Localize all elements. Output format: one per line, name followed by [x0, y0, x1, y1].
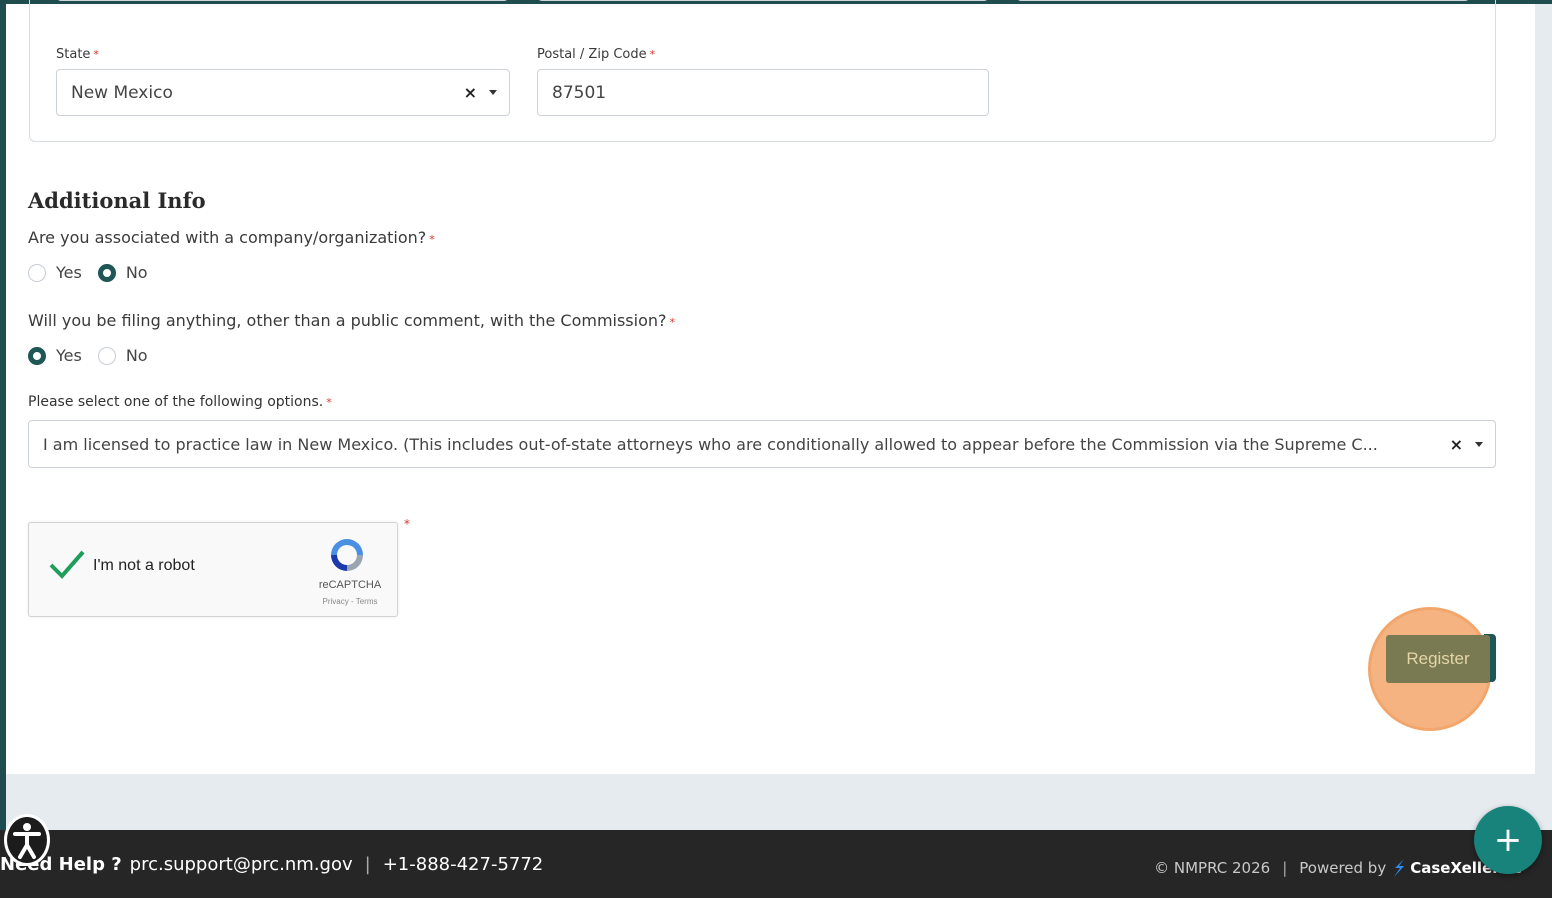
additional-info-title: Additional Info: [28, 188, 206, 213]
accessibility-icon: [13, 823, 41, 859]
options-value: I am licensed to practice law in New Mex…: [43, 434, 1378, 454]
radio-company-no[interactable]: [97, 263, 116, 282]
register-button[interactable]: Register: [1386, 635, 1490, 683]
question-filing: Will you be filing anything, other than …: [28, 311, 676, 330]
zip-value: 87501: [552, 82, 607, 103]
radio-group-company: Yes No: [28, 263, 164, 282]
recaptcha-brand: reCAPTCHA: [318, 579, 382, 591]
radio-filing-no[interactable]: [97, 346, 116, 365]
state-select[interactable]: New Mexico ×: [56, 69, 510, 116]
page: State * New Mexico × Postal / Zip Code * 8…: [6, 0, 1552, 898]
fab-add-button[interactable]: +: [1474, 806, 1542, 874]
copyright: © NMPRC 2026: [1154, 859, 1271, 877]
powered-by: Powered by: [1299, 859, 1387, 877]
accessibility-button[interactable]: [4, 814, 50, 866]
chevron-down-icon[interactable]: [1475, 441, 1483, 447]
prev-field-3[interactable]: [1016, 0, 1470, 1]
attorney-option-select[interactable]: I am licensed to practice law in New Mex…: [28, 420, 1496, 468]
recaptcha-widget: I'm not a robot reCAPTCHA Privacy - Term…: [28, 522, 398, 617]
clear-icon[interactable]: ×: [464, 83, 477, 102]
checkmark-icon[interactable]: [49, 549, 85, 579]
registration-card: State * New Mexico × Postal / Zip Code * 8…: [6, 0, 1535, 774]
state-label: State *: [56, 47, 99, 62]
prev-field-2[interactable]: [537, 0, 989, 1]
chevron-down-icon[interactable]: [489, 90, 497, 95]
help-contact: Need Help ? prc.support@prc.nm.gov | +1-…: [0, 854, 544, 875]
support-email-link[interactable]: prc.support@prc.nm.gov: [130, 854, 353, 875]
prev-field-1[interactable]: [56, 0, 509, 1]
question-company: Are you associated with a company/organi…: [28, 228, 435, 247]
footer-credits: © NMPRC 2026 | Powered by CaseXellence: [1154, 859, 1522, 877]
casexellence-logo-icon: [1394, 859, 1405, 877]
state-value: New Mexico: [71, 82, 173, 103]
zip-label: Postal / Zip Code *: [537, 47, 656, 62]
options-label: Please select one of the following optio…: [28, 394, 332, 410]
clear-icon[interactable]: ×: [1450, 435, 1463, 454]
support-phone-link[interactable]: +1-888-427-5772: [383, 854, 544, 875]
radio-filing-yes[interactable]: [28, 346, 46, 365]
address-section: State * New Mexico × Postal / Zip Code * 8…: [29, 0, 1496, 142]
recaptcha-links[interactable]: Privacy - Terms: [310, 597, 390, 606]
footer: Need Help ? prc.support@prc.nm.gov | +1-…: [0, 830, 1552, 898]
radio-group-filing: Yes No: [28, 346, 164, 365]
captcha-required-mark: *: [404, 517, 410, 531]
zip-input[interactable]: 87501: [537, 69, 989, 116]
radio-company-yes[interactable]: [28, 263, 46, 282]
captcha-label: I'm not a robot: [93, 557, 195, 574]
recaptcha-icon: [331, 539, 363, 571]
